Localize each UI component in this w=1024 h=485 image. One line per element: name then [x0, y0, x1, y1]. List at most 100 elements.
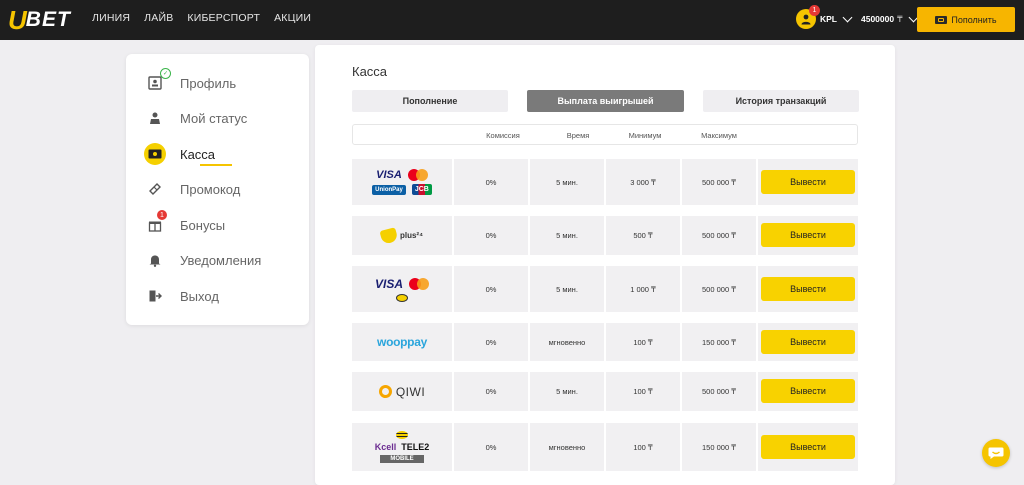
- sidebar-item-label: Промокод: [180, 181, 241, 197]
- time-value: 5 мин.: [530, 372, 604, 411]
- beeline-logo-icon: [396, 431, 408, 439]
- unionpay-logo: UnionPay: [372, 184, 406, 195]
- sidebar-item-label: Мой статус: [180, 110, 248, 126]
- min-value: 100 ₸: [606, 423, 680, 471]
- plus24-mark-icon: [379, 226, 399, 245]
- table-row: VISA UnionPay JCB 0% 5 мин. 3 000 ₸ 500 …: [352, 159, 858, 205]
- nav-esports[interactable]: КИБЕРСПОРТ: [187, 12, 260, 24]
- table-row: wooppay 0% мгновенно 100 ₸ 150 000 ₸ Выв…: [352, 323, 858, 361]
- mastercard-logo: [407, 169, 428, 181]
- logout-icon: [146, 287, 164, 305]
- table-row: Kcell TELE2 MOBILE 0% мгновенно 100 ₸ 15…: [352, 423, 858, 471]
- fee-value: 0%: [454, 266, 528, 312]
- profile-card-icon: ✓: [146, 68, 171, 92]
- payment-method-logo: VISA UnionPay JCB: [352, 159, 452, 205]
- fee-value: 0%: [454, 423, 528, 471]
- plus24-logo: plus²⁴: [399, 231, 424, 240]
- bell-icon: [146, 251, 164, 269]
- withdraw-button[interactable]: Вывести: [761, 170, 855, 194]
- time-value: 5 мин.: [530, 216, 604, 255]
- sidebar-item-label: Выход: [180, 288, 219, 304]
- tele2-logo: TELE2: [401, 442, 430, 452]
- column-max: Максимум: [701, 131, 737, 140]
- payment-method-logo: QIWI: [352, 372, 452, 411]
- ticket-icon: [146, 180, 164, 198]
- column-fee: Комиссия: [486, 131, 520, 140]
- sidebar-item-label: Касса: [180, 146, 216, 162]
- table-row: VISA 0% 5 мин. 1 000 ₸ 500 000 ₸ Вывести: [352, 266, 858, 312]
- kcell-logo: Kcell: [374, 442, 397, 452]
- payment-method-logo: VISA: [352, 266, 452, 312]
- tab-deposit[interactable]: Пополнение: [352, 90, 508, 112]
- deposit-button-label: Пополнить: [951, 14, 997, 25]
- chevron-down-icon[interactable]: [842, 12, 853, 23]
- fee-value: 0%: [454, 159, 528, 205]
- sidebar-item-bonuses[interactable]: 1 Бонусы: [146, 210, 226, 236]
- payment-method-logo: plus²⁴: [352, 216, 452, 255]
- fee-value: 0%: [454, 323, 528, 361]
- min-value: 100 ₸: [606, 372, 680, 411]
- sidebar-item-cash[interactable]: Касса: [144, 143, 232, 166]
- logo-letter: U: [8, 4, 27, 35]
- balance-amount[interactable]: 4500000: [861, 14, 894, 24]
- max-value: 150 000 ₸: [682, 423, 756, 471]
- payment-method-logo: Kcell TELE2 MOBILE: [352, 423, 452, 471]
- active-underline: [200, 164, 232, 166]
- jcb-logo: JCB: [411, 184, 432, 195]
- min-value: 500 ₸: [606, 216, 680, 255]
- logo-text: BET: [25, 8, 71, 31]
- withdraw-button[interactable]: Вывести: [761, 330, 855, 354]
- wooppay-logo: wooppay: [377, 335, 427, 349]
- table-row: plus²⁴ 0% 5 мин. 500 ₸ 500 000 ₸ Вывести: [352, 216, 858, 255]
- deposit-button[interactable]: Пополнить: [917, 7, 1015, 32]
- main-nav: ЛИНИЯ ЛАЙВ КИБЕРСПОРТ АКЦИИ: [92, 12, 311, 24]
- time-value: 5 мин.: [530, 266, 604, 312]
- column-min: Минимум: [628, 131, 662, 140]
- nav-live[interactable]: ЛАЙВ: [144, 12, 173, 24]
- chat-bubble-icon: [988, 447, 1004, 459]
- time-value: мгновенно: [530, 423, 604, 471]
- min-value: 1 000 ₸: [606, 266, 680, 312]
- sidebar-item-profile[interactable]: ✓ Профиль: [146, 68, 237, 94]
- top-header: U BET ЛИНИЯ ЛАЙВ КИБЕРСПОРТ АКЦИИ 1 KPL …: [0, 0, 1024, 40]
- cash-icon: [144, 143, 166, 165]
- notification-badge: 1: [809, 5, 820, 16]
- min-value: 100 ₸: [606, 323, 680, 361]
- max-value: 500 000 ₸: [682, 266, 756, 312]
- tab-transaction-history[interactable]: История транзакций: [703, 90, 859, 112]
- time-value: 5 мин.: [530, 159, 604, 205]
- sidebar-item-label: Уведомления: [180, 252, 262, 268]
- withdraw-button[interactable]: Вывести: [761, 223, 855, 247]
- fee-value: 0%: [454, 372, 528, 411]
- visa-logo: VISA: [374, 276, 403, 291]
- nav-line[interactable]: ЛИНИЯ: [92, 12, 130, 24]
- withdraw-button[interactable]: Вывести: [761, 277, 855, 301]
- max-value: 500 000 ₸: [682, 216, 756, 255]
- max-value: 500 000 ₸: [682, 372, 756, 411]
- sidebar-item-label: Профиль: [180, 75, 237, 91]
- sidebar-item-logout[interactable]: Выход: [146, 285, 219, 307]
- nav-promotions[interactable]: АКЦИИ: [274, 12, 311, 24]
- withdraw-button[interactable]: Вывести: [761, 435, 855, 459]
- max-value: 150 000 ₸: [682, 323, 756, 361]
- sidebar-item-promocode[interactable]: Промокод: [146, 178, 240, 200]
- username[interactable]: KPL: [820, 14, 837, 24]
- qiwi-circle-icon: [378, 385, 392, 398]
- table-header: Комиссия Время Минимум Максимум: [352, 124, 858, 145]
- balance-currency: ₸: [897, 13, 903, 24]
- time-value: мгновенно: [530, 323, 604, 361]
- payment-method-logo: wooppay: [352, 323, 452, 361]
- withdraw-button[interactable]: Вывести: [761, 379, 855, 403]
- ubet-logo[interactable]: U BET: [8, 4, 71, 35]
- tab-withdrawal[interactable]: Выплата выигрышей: [527, 90, 684, 112]
- table-row: QIWI 0% 5 мин. 100 ₸ 500 000 ₸ Вывести: [352, 372, 858, 411]
- account-sidebar: ✓ Профиль Мой статус Касса Промокод 1 Бо…: [126, 54, 309, 325]
- bonus-count-badge: 1: [157, 210, 167, 220]
- sidebar-item-status[interactable]: Мой статус: [146, 107, 247, 129]
- sidebar-item-label: Бонусы: [180, 217, 226, 233]
- mastercard-logo: [409, 277, 429, 290]
- user-avatar-icon[interactable]: 1: [796, 5, 820, 29]
- sidebar-item-notifications[interactable]: Уведомления: [146, 249, 261, 271]
- chat-support-button[interactable]: [982, 439, 1010, 467]
- user-menu[interactable]: 1 KPL 4500000 ₸: [796, 5, 918, 29]
